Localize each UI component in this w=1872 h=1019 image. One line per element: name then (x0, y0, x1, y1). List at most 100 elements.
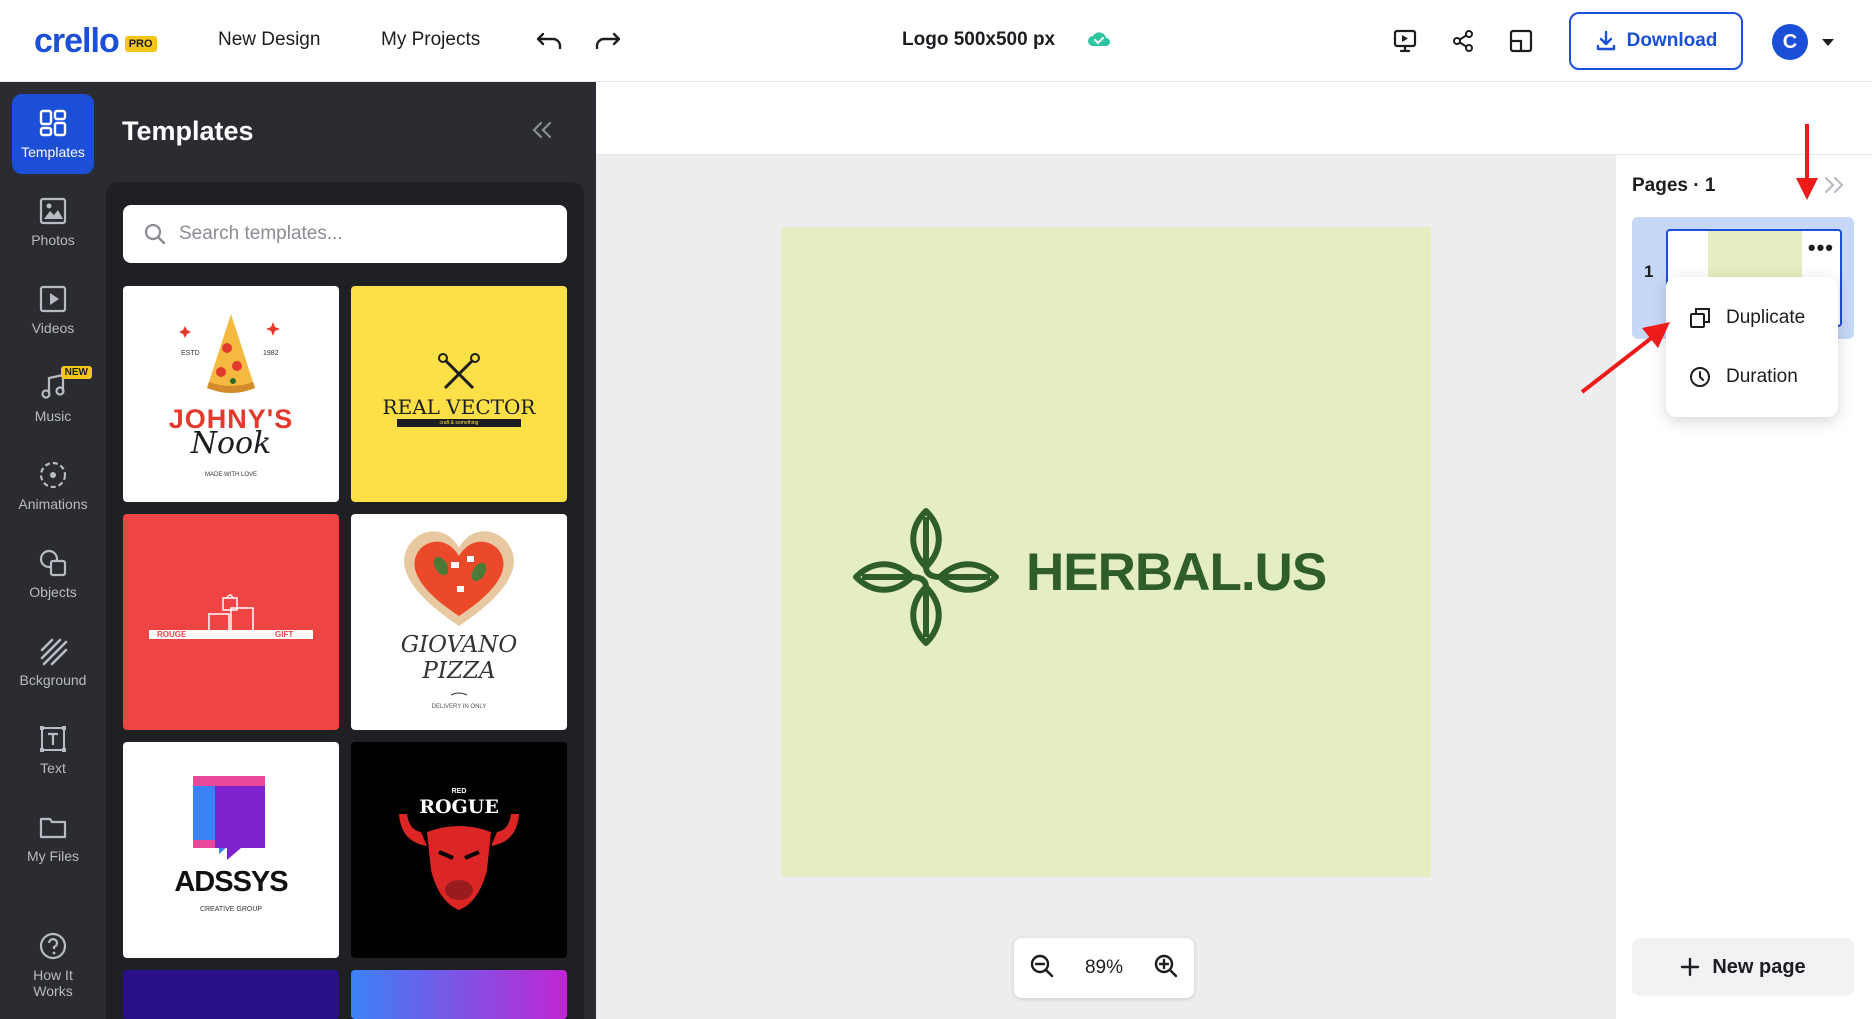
template-tile[interactable]: ADSSYS CREATIVE GROUP (123, 742, 339, 958)
template-tile[interactable] (351, 970, 567, 1019)
gift-boxes-icon (149, 594, 313, 639)
undo-icon[interactable] (532, 24, 566, 58)
templates-icon (39, 109, 67, 137)
tile-tagline: craft & something (439, 420, 479, 426)
avatar[interactable]: C (1772, 24, 1808, 60)
bull-mascot-illustration (399, 814, 519, 910)
rail-label: Music (34, 408, 72, 424)
template-tile[interactable]: ROUGE GIFT (123, 514, 339, 730)
menu-item-label: Duration (1726, 366, 1798, 387)
my-projects-link[interactable]: My Projects (381, 29, 480, 51)
tile-year: 1982 (263, 350, 279, 357)
new-badge: NEW (60, 366, 92, 379)
redo-icon[interactable] (591, 24, 625, 58)
artboard[interactable]: HERBAL.US (781, 227, 1431, 877)
expand-pages-icon[interactable] (1822, 175, 1846, 200)
rail-item-videos[interactable]: Videos (12, 270, 94, 350)
rail-item-my-files[interactable]: My Files (12, 798, 94, 878)
template-tile[interactable]: RED ROGUE (351, 742, 567, 958)
rail-label: Photos (31, 232, 75, 248)
download-button[interactable]: Download (1569, 12, 1743, 70)
rail-item-text[interactable]: Text (12, 710, 94, 790)
tile-pretitle: RED (451, 788, 467, 795)
tile-title: REAL VECTOR (382, 395, 536, 419)
template-tile[interactable]: GIOVANO PIZZA DELIVERY IN ONLY (351, 514, 567, 730)
rail-item-music[interactable]: NEW Music (12, 358, 94, 438)
share-icon[interactable] (1446, 24, 1480, 58)
collapse-panel-icon[interactable] (530, 120, 554, 145)
more-options-icon[interactable]: ••• (1808, 235, 1834, 261)
templates-list[interactable]: ESTD 1982 JOHNY'S Nook MADE WITH LOVE RE… (106, 182, 584, 1019)
crossed-tools-icon (397, 353, 521, 427)
rail-label: Videos (31, 320, 75, 336)
chevron-down-icon[interactable] (1821, 35, 1835, 53)
plus-icon (1681, 957, 1700, 977)
tile-tagline: MADE WITH LOVE (204, 472, 257, 478)
rail-item-templates[interactable]: Templates (12, 94, 94, 174)
resize-icon[interactable] (1504, 24, 1538, 58)
tile-subtitle: PIZZA (422, 658, 496, 684)
templates-panel: Templates ESTD 1982 JOHNY'S Nook MADE WI… (106, 82, 596, 1019)
cloud-saved-icon (1086, 28, 1112, 55)
template-tile[interactable] (123, 970, 339, 1019)
animations-icon (39, 461, 67, 489)
duplicate-icon (1690, 308, 1710, 328)
zoom-control: 89% (1014, 938, 1194, 998)
rail-item-photos[interactable]: Photos (12, 182, 94, 262)
rail-item-how-it-works[interactable]: How It Works (12, 922, 94, 1008)
zoom-level[interactable]: 89% (1085, 957, 1123, 979)
top-bar: crello PRO New Design My Projects Logo 5… (0, 0, 1872, 82)
template-tile[interactable]: REAL VECTOR craft & something (351, 286, 567, 502)
zoom-out-icon[interactable] (1029, 953, 1055, 984)
download-label: Download (1626, 30, 1718, 51)
document-title[interactable]: Logo 500x500 px (902, 29, 1055, 51)
background-icon (40, 638, 68, 666)
search-box[interactable] (123, 205, 567, 263)
rail-label: Bckground (19, 672, 87, 688)
tile-title: ADSSYS (174, 866, 288, 898)
rail-item-animations[interactable]: Animations (12, 446, 94, 526)
pages-panel: Pages · 1 1 ••• Duplicate Duration New p… (1616, 155, 1872, 1019)
rail-label: Animations (18, 496, 88, 512)
template-tile[interactable]: ESTD 1982 JOHNY'S Nook MADE WITH LOVE (123, 286, 339, 502)
new-page-label: New page (1712, 955, 1806, 978)
heart-pizza-illustration (404, 531, 514, 696)
brand-text[interactable]: HERBAL.US (1026, 542, 1327, 603)
pages-title: Pages · 1 (1632, 175, 1715, 197)
tile-estd: ESTD (181, 350, 200, 357)
tile-tagline: DELIVERY IN ONLY (431, 704, 487, 710)
canvas-workspace: HERBAL.US 89% (596, 82, 1872, 1019)
present-icon[interactable] (1388, 24, 1422, 58)
rail-label: Objects (29, 584, 77, 600)
clock-icon (1690, 367, 1710, 387)
pages-count: · 1 (1693, 175, 1716, 196)
menu-item-label: Duplicate (1726, 307, 1806, 328)
new-design-link[interactable]: New Design (218, 29, 320, 51)
pages-label: Pages (1632, 175, 1688, 196)
zoom-in-icon[interactable] (1153, 953, 1179, 984)
help-icon (39, 932, 67, 960)
new-page-button[interactable]: New page (1632, 938, 1854, 996)
rail-label: My Files (26, 848, 80, 864)
rail-item-background[interactable]: Bckground (12, 622, 94, 702)
context-toolbar (596, 82, 1872, 155)
rail-label: How It Works (33, 967, 73, 999)
menu-item-duration[interactable]: Duration (1688, 357, 1798, 397)
download-icon (1596, 30, 1615, 51)
tile-title-left: ROUGE (157, 630, 187, 639)
logo-wordmark: crello (34, 22, 120, 60)
page-context-menu: Duplicate Duration (1666, 277, 1838, 417)
search-input[interactable] (179, 223, 539, 245)
rail-item-objects[interactable]: Objects (12, 534, 94, 614)
tile-title: ROGUE (419, 796, 499, 818)
search-icon (144, 223, 166, 245)
crello-logo[interactable]: crello PRO (34, 22, 157, 61)
left-rail: Templates Photos Videos NEW Music Animat… (0, 82, 106, 1019)
videos-icon (39, 285, 67, 313)
pizza-illustration (179, 314, 280, 393)
rail-label: Templates (21, 144, 85, 160)
objects-icon (39, 549, 67, 577)
menu-item-duplicate[interactable]: Duplicate (1688, 298, 1805, 338)
tile-subtitle: Nook (190, 426, 272, 461)
annotation-arrow-down (1796, 124, 1818, 200)
